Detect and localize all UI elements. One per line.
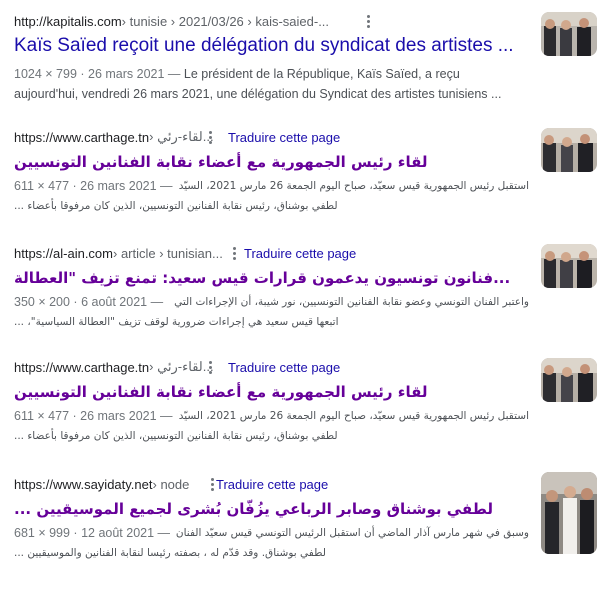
result-host: https://www.carthage.tn	[14, 359, 150, 375]
result-title-link[interactable]: لطفي بوشناق وصابر الرباعي يزُفّان بُشرى …	[14, 497, 493, 521]
result-meta: 1024 × 799 · 26 mars 2021 —	[14, 67, 181, 81]
snippet-line-2: لطفي بوشناق، رئيس نقابة الفنانين التونسي…	[14, 200, 338, 212]
result-title-link[interactable]: لقاء رئيس الجمهورية مع أعضاء نقابة الفنا…	[14, 150, 428, 174]
result-meta: 681 × 999 · 12 août 2021 —	[14, 526, 171, 540]
result-meta: 611 × 477 · 26 mars 2021 —	[14, 409, 173, 423]
translate-row: Traduire cette page	[222, 128, 340, 146]
result-title-link[interactable]: ...فنانون تونسيون يدعمون قرارات قيس سعيد…	[14, 266, 510, 290]
search-result: https://al-ain.com › article › tunisian.…	[14, 244, 604, 334]
search-result: https://www.carthage.tn › لقاء-رئي... Tr…	[14, 128, 604, 218]
snippet-line-1: استقبل رئيس الجمهورية قيس سعيّد، صباح ال…	[178, 410, 529, 422]
result-path: › node	[152, 476, 190, 492]
result-meta: 611 × 477 · 26 mars 2021 —	[14, 179, 173, 193]
snippet-line-1: استقبل رئيس الجمهورية قيس سعيّد، صباح ال…	[178, 180, 529, 192]
result-host: https://www.carthage.tn	[14, 129, 150, 145]
translate-link[interactable]: Traduire cette page	[216, 477, 328, 492]
result-thumbnail[interactable]	[541, 244, 597, 288]
result-snippet: 611 × 477 · 26 mars 2021 — استقبل رئيس ال…	[14, 176, 529, 216]
translate-row: Traduire cette page	[222, 358, 340, 376]
search-result: https://www.sayidaty.net › node Traduire…	[14, 475, 604, 565]
result-meta: 350 × 200 · 6 août 2021 —	[14, 295, 164, 309]
snippet-line-1: وسبق في شهر مارس آذار الماضي أن استقبل ا…	[175, 527, 529, 539]
result-cite[interactable]: https://www.carthage.tn › لقاء-رئي...	[14, 358, 214, 376]
result-snippet: 1024 × 799 · 26 mars 2021 — Le président…	[14, 64, 529, 104]
snippet-line-2: لطفي بوشناق، رئيس نقابة الفنانين التونسي…	[14, 430, 338, 442]
result-thumbnail[interactable]	[541, 358, 597, 402]
snippet-line-2: اتبعها قيس سعيد هي إجراءات ضرورية لوقف ت…	[14, 316, 339, 328]
result-snippet: 611 × 477 · 26 mars 2021 — استقبل رئيس ال…	[14, 406, 529, 446]
result-path: › tunisie › 2021/03/26 › kais-saied-...	[121, 13, 330, 29]
result-cite[interactable]: https://al-ain.com › article › tunisian.…	[14, 244, 223, 262]
search-result: https://www.carthage.tn › لقاء-رئي... Tr…	[14, 358, 604, 448]
result-thumbnail[interactable]	[541, 12, 597, 56]
translate-row: Traduire cette page	[238, 244, 356, 262]
result-cite[interactable]: https://www.carthage.tn › لقاء-رئي...	[14, 128, 214, 146]
snippet-line-2: aujourd'hui, vendredi 26 mars 2021, une …	[14, 87, 502, 101]
result-thumbnail[interactable]	[541, 472, 597, 554]
snippet-line-2: لطفي بوشناق. وقد قدّم له ، بصفته رئيسا ل…	[14, 547, 326, 559]
result-cite[interactable]: http://kapitalis.com › tunisie › 2021/03…	[14, 12, 329, 30]
result-host: https://al-ain.com	[14, 245, 113, 261]
more-options-icon[interactable]	[203, 359, 217, 375]
snippet-line-1: Le président de la République, Kaïs Saïe…	[180, 67, 460, 81]
result-title-link[interactable]: Kaïs Saïed reçoit une délégation du synd…	[14, 34, 514, 58]
result-title-link[interactable]: لقاء رئيس الجمهورية مع أعضاء نقابة الفنا…	[14, 380, 428, 404]
result-snippet: 350 × 200 · 6 août 2021 — واعتبر الفنان ا…	[14, 292, 529, 332]
result-host: http://kapitalis.com	[14, 13, 122, 29]
snippet-line-1: واعتبر الفنان التونسي وعضو نقابة الفناني…	[174, 296, 529, 308]
result-path: › article › tunisian...	[113, 245, 223, 261]
more-options-icon[interactable]	[361, 13, 375, 29]
more-options-icon[interactable]	[203, 129, 217, 145]
result-cite[interactable]: https://www.sayidaty.net › node	[14, 475, 189, 493]
search-result: http://kapitalis.com › tunisie › 2021/03…	[14, 12, 604, 102]
translate-link[interactable]: Traduire cette page	[228, 130, 340, 145]
result-host: https://www.sayidaty.net	[14, 476, 153, 492]
result-thumbnail[interactable]	[541, 128, 597, 172]
translate-row: Traduire cette page	[210, 475, 328, 493]
translate-link[interactable]: Traduire cette page	[228, 360, 340, 375]
translate-link[interactable]: Traduire cette page	[244, 246, 356, 261]
result-snippet: 681 × 999 · 12 août 2021 — وسبق في شهر ما…	[14, 523, 529, 563]
